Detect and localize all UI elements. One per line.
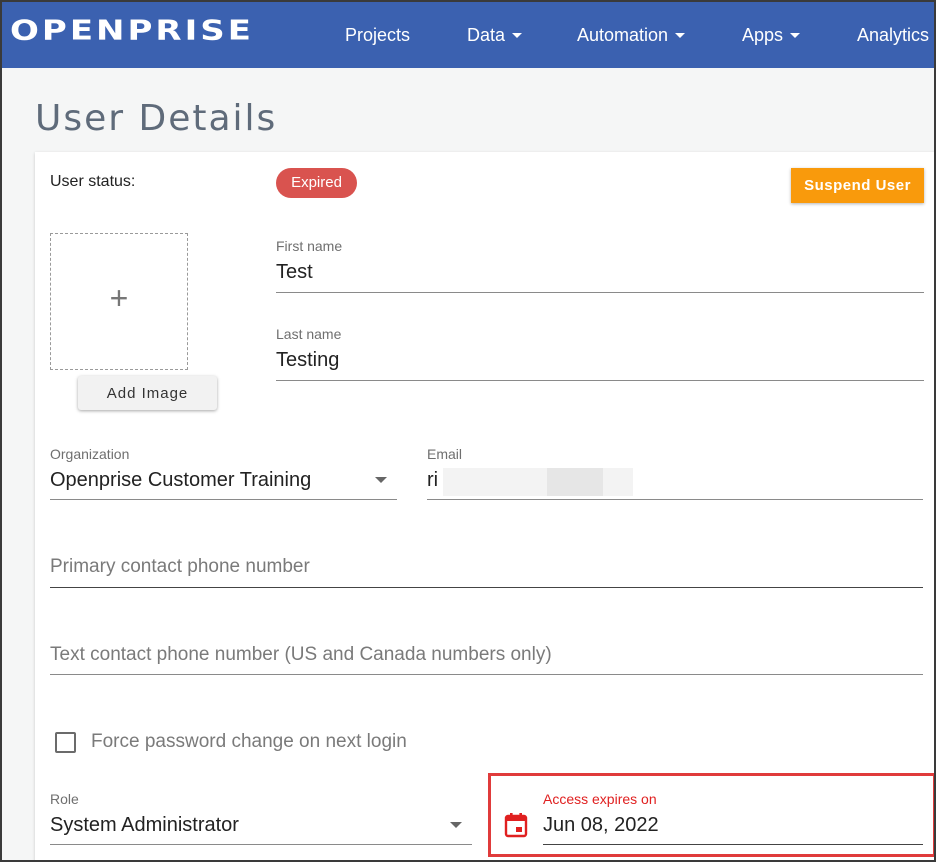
email-label: Email xyxy=(427,446,463,462)
email-field[interactable]: ri xyxy=(427,469,438,492)
role-select[interactable]: System Administrator xyxy=(50,814,239,837)
text-phone-underline xyxy=(50,674,923,675)
nav-projects-label: Projects xyxy=(345,25,411,45)
nav-apps-label: Apps xyxy=(742,25,784,45)
app-window: OPENPRISE Projects Data Automation Apps … xyxy=(0,0,936,862)
primary-phone-input[interactable]: Primary contact phone number xyxy=(50,556,310,578)
highlight-annotation xyxy=(488,773,934,857)
last-name-field[interactable]: Testing xyxy=(276,349,339,372)
force-password-label: Force password change on next login xyxy=(91,731,407,752)
chevron-down-icon[interactable] xyxy=(450,822,462,828)
email-underline xyxy=(427,499,923,500)
nav-data[interactable]: Data xyxy=(467,25,523,46)
role-underline xyxy=(50,844,472,845)
first-name-label: First name xyxy=(276,238,343,254)
role-label: Role xyxy=(50,791,79,807)
force-password-checkbox[interactable] xyxy=(55,732,76,753)
organization-label: Organization xyxy=(50,446,130,462)
nav-apps[interactable]: Apps xyxy=(742,25,801,46)
redacted-email xyxy=(443,468,633,496)
add-image-button[interactable]: Add Image xyxy=(78,376,217,410)
primary-phone-underline xyxy=(50,587,923,588)
organization-underline xyxy=(50,499,397,500)
top-navbar: OPENPRISE Projects Data Automation Apps … xyxy=(2,2,934,68)
last-name-label: Last name xyxy=(276,326,342,342)
text-phone-input[interactable]: Text contact phone number (US and Canada… xyxy=(50,644,552,666)
redacted-email-segment xyxy=(547,468,603,496)
user-details-card: User status: Expired Suspend User + Add … xyxy=(35,152,934,860)
organization-select[interactable]: Openprise Customer Training xyxy=(50,469,311,492)
chevron-down-icon[interactable] xyxy=(375,477,387,483)
chevron-down-icon xyxy=(512,32,523,38)
plus-icon: + xyxy=(109,280,129,316)
first-name-underline xyxy=(276,292,924,293)
nav-automation[interactable]: Automation xyxy=(577,25,686,46)
nav-data-label: Data xyxy=(467,25,506,45)
chevron-down-icon xyxy=(675,32,686,38)
nav-analytics[interactable]: Analytics xyxy=(857,25,929,46)
image-upload-area[interactable]: + xyxy=(50,233,188,370)
chevron-down-icon xyxy=(790,32,801,38)
nav-analytics-label: Analytics xyxy=(857,25,930,45)
page-title: User Details xyxy=(35,98,278,139)
user-status-label: User status: xyxy=(50,173,136,190)
first-name-field[interactable]: Test xyxy=(276,261,313,284)
last-name-underline xyxy=(276,380,924,381)
nav-projects[interactable]: Projects xyxy=(345,25,410,46)
status-badge: Expired xyxy=(276,168,357,198)
nav-automation-label: Automation xyxy=(577,25,669,45)
openprise-logo[interactable]: OPENPRISE xyxy=(10,14,254,47)
suspend-user-button[interactable]: Suspend User xyxy=(791,168,924,203)
